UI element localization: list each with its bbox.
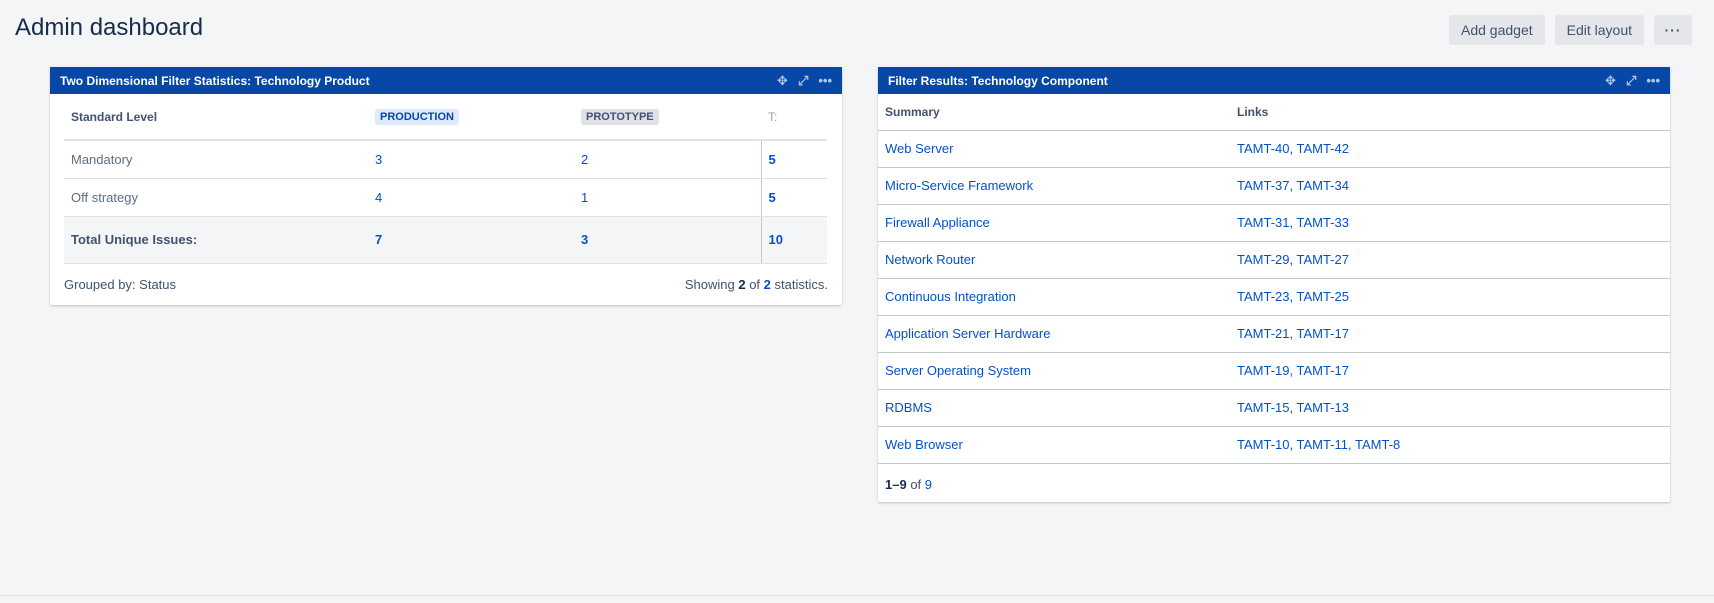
summary-link[interactable]: Application Server Hardware [885,326,1050,341]
summary-link[interactable]: Firewall Appliance [885,215,990,230]
issue-links[interactable]: TAMT-29, TAMT-27 [1237,252,1349,267]
table-row: Server Operating System TAMT-19, TAMT-17 [878,352,1670,390]
summary-link[interactable]: Continuous Integration [885,289,1016,304]
count-link[interactable]: 1 [581,190,588,205]
issue-links[interactable]: TAMT-37, TAMT-34 [1237,178,1349,193]
totals-row: Total Unique Issues: 7 3 10 [64,216,827,264]
row-label: Mandatory [64,140,375,179]
expand-icon[interactable]: ⤢ [798,74,808,87]
count-link[interactable]: 3 [375,152,382,167]
total-count-link[interactable]: 3 [581,232,588,247]
two-dimensional-stats-gadget: Two Dimensional Filter Statistics: Techn… [50,67,842,305]
gadget-header[interactable]: Two Dimensional Filter Statistics: Techn… [50,67,842,94]
issue-links[interactable]: TAMT-21, TAMT-17 [1237,326,1349,341]
edit-layout-button[interactable]: Edit layout [1554,15,1644,45]
column-header-standard-level[interactable]: Standard Level [64,94,375,141]
summary-link[interactable]: Server Operating System [885,363,1031,378]
total-results-link[interactable]: 9 [925,477,932,492]
grouped-by-label: Grouped by: Status [64,277,177,292]
column-header-summary[interactable]: Summary [878,94,1230,131]
table-row: Firewall Appliance TAMT-31, TAMT-33 [878,204,1670,242]
showing-summary: Showing 2 of 2 statistics. [684,277,828,292]
statistics-count-link[interactable]: 2 [764,277,771,292]
filter-results-gadget: Filter Results: Technology Component ✥ ⤢… [878,67,1670,502]
row-total-link[interactable]: 5 [769,152,776,167]
table-row: Web Server TAMT-40, TAMT-42 [878,130,1670,168]
gadget-title: Filter Results: Technology Component [888,73,1108,88]
expand-icon[interactable]: ⤢ [1626,74,1636,87]
issue-links[interactable]: TAMT-10, TAMT-11, TAMT-8 [1237,437,1400,452]
move-icon[interactable]: ✥ [777,74,788,87]
table-row: Micro-Service Framework TAMT-37, TAMT-34 [878,167,1670,205]
grand-total-link[interactable]: 10 [769,232,783,247]
issue-links[interactable]: TAMT-31, TAMT-33 [1237,215,1349,230]
status-lozenge-prototype: PROTOTYPE [581,108,659,125]
move-icon[interactable]: ✥ [1605,74,1616,87]
pagination: 1–9 of 9 [885,477,933,492]
totals-label: Total Unique Issues: [64,216,375,264]
footer-divider [0,595,1714,596]
page-range: 1–9 [885,477,907,492]
summary-link[interactable]: Network Router [885,252,975,267]
row-total-link[interactable]: 5 [769,190,776,205]
table-row: Network Router TAMT-29, TAMT-27 [878,241,1670,279]
table-row: Web Browser TAMT-10, TAMT-11, TAMT-8 [878,426,1670,464]
column-header-total: T: [761,94,827,141]
issue-links[interactable]: TAMT-19, TAMT-17 [1237,363,1349,378]
add-gadget-button[interactable]: Add gadget [1449,15,1545,45]
stats-table: Standard Level PRODUCTION PROTOTYPE T: M… [64,94,827,264]
issue-links[interactable]: TAMT-40, TAMT-42 [1237,141,1349,156]
column-header-links[interactable]: Links [1230,94,1670,131]
table-row: Off strategy 4 1 5 [64,178,827,217]
stats-footer: Grouped by: Status Showing 2 of 2 statis… [64,277,828,292]
gadget-title: Two Dimensional Filter Statistics: Techn… [60,73,370,88]
status-lozenge-production: PRODUCTION [375,108,459,125]
more-icon[interactable]: ••• [1646,74,1660,87]
count-link[interactable]: 4 [375,190,382,205]
summary-link[interactable]: Micro-Service Framework [885,178,1033,193]
table-row: Application Server Hardware TAMT-21, TAMT… [878,315,1670,353]
more-icon[interactable]: ••• [818,74,832,87]
issue-links[interactable]: TAMT-15, TAMT-13 [1237,400,1349,415]
more-actions-button[interactable]: ··· [1654,15,1692,45]
count-link[interactable]: 2 [581,152,588,167]
gadget-header[interactable]: Filter Results: Technology Component ✥ ⤢… [878,67,1670,94]
dashboard-actions: Add gadget Edit layout ··· [1449,15,1692,45]
page-title: Admin dashboard [15,14,204,41]
summary-link[interactable]: RDBMS [885,400,932,415]
summary-link[interactable]: Web Server [885,141,953,156]
table-row: RDBMS TAMT-15, TAMT-13 [878,389,1670,427]
total-count-link[interactable]: 7 [375,232,382,247]
table-row: Mandatory 3 2 5 [64,140,827,179]
table-row: Continuous Integration TAMT-23, TAMT-25 [878,278,1670,316]
results-table: Summary Links Web Server TAMT-40, TAMT-42… [878,94,1670,464]
summary-link[interactable]: Web Browser [885,437,963,452]
issue-links[interactable]: TAMT-23, TAMT-25 [1237,289,1349,304]
row-label: Off strategy [64,178,375,217]
